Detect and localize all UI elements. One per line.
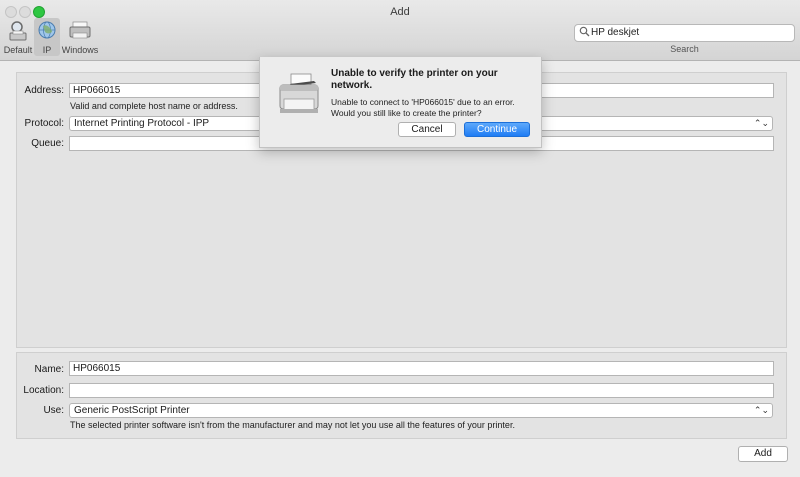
use-value: Generic PostScript Printer: [74, 405, 190, 416]
toolbar-windows-label: Windows: [61, 45, 99, 55]
protocol-value: Internet Printing Protocol - IPP: [74, 118, 210, 129]
alert-title: Unable to verify the printer on your net…: [331, 68, 498, 91]
search-input[interactable]: HP deskjet: [574, 24, 795, 42]
cancel-button[interactable]: Cancel: [398, 122, 456, 137]
queue-label: Queue:: [31, 138, 64, 149]
search-label: Search: [670, 44, 699, 54]
magnifier-printer-icon: [9, 21, 27, 41]
continue-button[interactable]: Continue: [464, 122, 530, 137]
protocol-label: Protocol:: [24, 118, 64, 129]
location-label: Location:: [23, 385, 64, 396]
name-field[interactable]: HP066015: [69, 361, 774, 376]
title-toolbar: Add Default IP Windows HP deskjet Search: [0, 0, 800, 61]
search-input-value: HP deskjet: [591, 27, 640, 38]
use-popup[interactable]: Generic PostScript Printer ⌃⌄: [69, 403, 773, 418]
toolbar-default-label: Default: [3, 45, 33, 55]
window-title: Add: [390, 6, 410, 18]
toolbar-windows-button[interactable]: Windows: [61, 18, 99, 56]
globe-icon: [38, 21, 56, 39]
toolbar-default-button[interactable]: Default: [3, 18, 33, 56]
use-label: Use:: [43, 405, 64, 416]
add-button[interactable]: Add: [738, 446, 788, 462]
address-hint: Valid and complete host name or address.: [70, 101, 238, 111]
printer-icon: [279, 73, 319, 113]
search-icon: [579, 26, 590, 37]
popup-arrows-icon: ⌃⌄: [753, 405, 769, 415]
windows-printer-icon: [69, 21, 91, 39]
toolbar-ip-label: IP: [42, 45, 52, 55]
name-label: Name:: [34, 364, 64, 375]
alert-message: Unable to connect to 'HP066015' due to a…: [331, 97, 515, 118]
toolbar-ip-button[interactable]: IP: [34, 18, 60, 56]
address-label: Address:: [24, 85, 64, 96]
popup-arrows-icon: ⌃⌄: [753, 118, 769, 128]
add-printer-window: Add Default IP Windows HP deskjet Search…: [0, 0, 800, 477]
alert-sheet: Unable to verify the printer on your net…: [259, 57, 542, 148]
use-hint: The selected printer software isn't from…: [70, 420, 515, 430]
location-field[interactable]: [69, 383, 774, 398]
